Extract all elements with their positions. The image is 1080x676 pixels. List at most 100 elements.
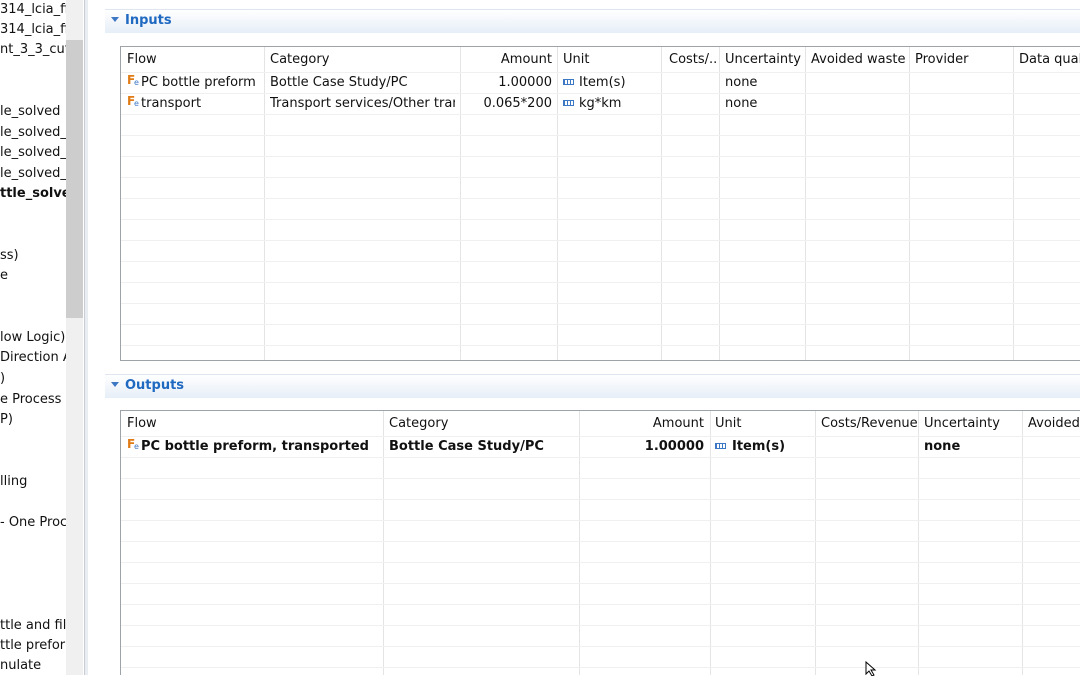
row-divider bbox=[121, 478, 1080, 479]
row-divider bbox=[121, 114, 1080, 115]
flow-icon: Fe bbox=[127, 437, 139, 451]
column-header-flow[interactable]: Flow bbox=[127, 47, 262, 72]
column-separator[interactable] bbox=[1022, 411, 1023, 675]
nav-scrollbar-thumb[interactable] bbox=[66, 40, 83, 318]
row-divider bbox=[121, 261, 1080, 262]
flow-icon: Fe bbox=[127, 73, 139, 87]
column-header-costs[interactable]: Costs/... bbox=[669, 47, 717, 72]
flow-uncertainty[interactable]: none bbox=[725, 94, 803, 114]
row-divider bbox=[121, 520, 1080, 521]
column-header-uncertainty[interactable]: Uncertainty bbox=[725, 47, 803, 72]
flow-amount[interactable]: 0.065*200 bbox=[463, 94, 552, 114]
column-header-unit[interactable]: Unit bbox=[563, 47, 658, 72]
collapse-toggle-icon[interactable] bbox=[111, 17, 119, 22]
nav-item[interactable]: le_solved_2 bbox=[0, 143, 66, 163]
column-separator[interactable] bbox=[579, 411, 580, 675]
column-header-amount[interactable]: Amount bbox=[463, 47, 552, 72]
row-divider bbox=[121, 583, 1080, 584]
row-divider bbox=[121, 457, 1080, 458]
row-divider bbox=[121, 499, 1080, 500]
row-divider bbox=[121, 541, 1080, 542]
column-header-provider[interactable]: Provider bbox=[915, 47, 1010, 72]
column-separator[interactable] bbox=[918, 411, 919, 675]
mouse-cursor-icon bbox=[865, 660, 877, 676]
inputs-section-header[interactable]: Inputs bbox=[105, 9, 1080, 33]
nav-item[interactable]: le_solved_1 bbox=[0, 123, 66, 143]
flow-icon: Fe bbox=[127, 94, 139, 108]
inputs-table[interactable]: Flow Category Amount Unit Costs/... Unce… bbox=[120, 46, 1080, 361]
nav-item[interactable]: Direction A bbox=[0, 348, 66, 368]
nav-item[interactable]: ttle and filli bbox=[0, 616, 66, 636]
column-separator[interactable] bbox=[383, 411, 384, 675]
unit-icon bbox=[563, 100, 574, 106]
nav-item[interactable]: P) bbox=[0, 410, 66, 430]
column-header-avoided-waste[interactable]: Avoided waste bbox=[811, 47, 906, 72]
column-separator[interactable] bbox=[661, 47, 662, 361]
nav-item[interactable]: le_solved bbox=[0, 102, 66, 122]
row-divider bbox=[121, 135, 1080, 136]
column-separator[interactable] bbox=[557, 47, 558, 361]
nav-item[interactable]: low Logic) bbox=[0, 328, 66, 348]
column-header-flow[interactable]: Flow bbox=[127, 411, 377, 436]
column-separator[interactable] bbox=[710, 411, 711, 675]
outputs-section-title: Outputs bbox=[125, 378, 185, 393]
column-separator[interactable] bbox=[815, 411, 816, 675]
flow-name[interactable]: transport bbox=[141, 94, 261, 114]
flow-amount[interactable]: 1.00000 bbox=[463, 73, 552, 93]
column-separator[interactable] bbox=[909, 47, 910, 361]
column-header-category[interactable]: Category bbox=[389, 411, 574, 436]
nav-item[interactable]: e Process (P bbox=[0, 390, 66, 410]
flow-name[interactable]: PC bottle preform bbox=[141, 73, 261, 93]
row-divider bbox=[121, 604, 1080, 605]
nav-item[interactable]: nulate bbox=[0, 656, 66, 676]
column-separator[interactable] bbox=[264, 47, 265, 361]
column-header-amount[interactable]: Amount bbox=[583, 411, 704, 436]
nav-item-selected[interactable]: ttle_solved bbox=[0, 184, 66, 204]
column-separator[interactable] bbox=[805, 47, 806, 361]
flow-uncertainty[interactable]: none bbox=[924, 437, 1020, 457]
nav-item[interactable]: le_solved_2 bbox=[0, 164, 66, 184]
column-header-avoided[interactable]: Avoided bbox=[1028, 411, 1080, 436]
column-header-data-quality[interactable]: Data quali bbox=[1019, 47, 1080, 72]
row-divider bbox=[121, 198, 1080, 199]
row-divider bbox=[121, 562, 1080, 563]
flow-amount[interactable]: 1.00000 bbox=[583, 437, 704, 457]
column-header-unit[interactable]: Unit bbox=[715, 411, 811, 436]
nav-item[interactable]: 314_lcia_fin bbox=[0, 20, 66, 40]
row-divider bbox=[121, 240, 1080, 241]
row-divider bbox=[121, 282, 1080, 283]
flow-unit[interactable]: Item(s) bbox=[732, 437, 812, 457]
row-divider bbox=[121, 303, 1080, 304]
nav-item[interactable]: - One Proc bbox=[0, 513, 66, 533]
flow-category[interactable]: Bottle Case Study/PC bbox=[270, 73, 455, 93]
unit-icon bbox=[563, 79, 574, 85]
flow-unit[interactable]: Item(s) bbox=[579, 73, 659, 93]
nav-item[interactable]: 314_lcia_fin bbox=[0, 0, 66, 20]
column-separator[interactable] bbox=[1013, 47, 1014, 361]
row-divider bbox=[121, 177, 1080, 178]
flow-unit[interactable]: kg*km bbox=[579, 94, 659, 114]
collapse-toggle-icon[interactable] bbox=[111, 382, 119, 387]
nav-item[interactable]: lling bbox=[0, 472, 66, 492]
nav-item[interactable]: ss) bbox=[0, 246, 66, 266]
column-header-costs-revenues[interactable]: Costs/Revenues bbox=[821, 411, 917, 436]
column-header-category[interactable]: Category bbox=[270, 47, 455, 72]
nav-item[interactable]: ttle preform bbox=[0, 636, 66, 656]
column-header-uncertainty[interactable]: Uncertainty bbox=[924, 411, 1020, 436]
row-divider bbox=[121, 156, 1080, 157]
flow-category[interactable]: Bottle Case Study/PC bbox=[389, 437, 574, 457]
nav-item[interactable]: e bbox=[0, 266, 66, 286]
navigation-tree[interactable]: 314_lcia_fin 314_lcia_fin nt_3_3_cuto le… bbox=[0, 0, 84, 675]
flow-category[interactable]: Transport services/Other trans... bbox=[270, 94, 455, 114]
column-separator[interactable] bbox=[460, 47, 461, 361]
row-divider bbox=[121, 667, 1080, 668]
flow-uncertainty[interactable]: none bbox=[725, 73, 803, 93]
nav-item[interactable]: ) bbox=[0, 369, 66, 389]
row-divider bbox=[121, 324, 1080, 325]
outputs-table[interactable]: Flow Category Amount Unit Costs/Revenues… bbox=[120, 410, 1080, 675]
inputs-section-title: Inputs bbox=[125, 13, 172, 28]
flow-name[interactable]: PC bottle preform, transported bbox=[141, 437, 381, 457]
column-separator[interactable] bbox=[719, 47, 720, 361]
outputs-section-header[interactable]: Outputs bbox=[105, 374, 1080, 398]
nav-item[interactable]: nt_3_3_cuto bbox=[0, 40, 66, 60]
